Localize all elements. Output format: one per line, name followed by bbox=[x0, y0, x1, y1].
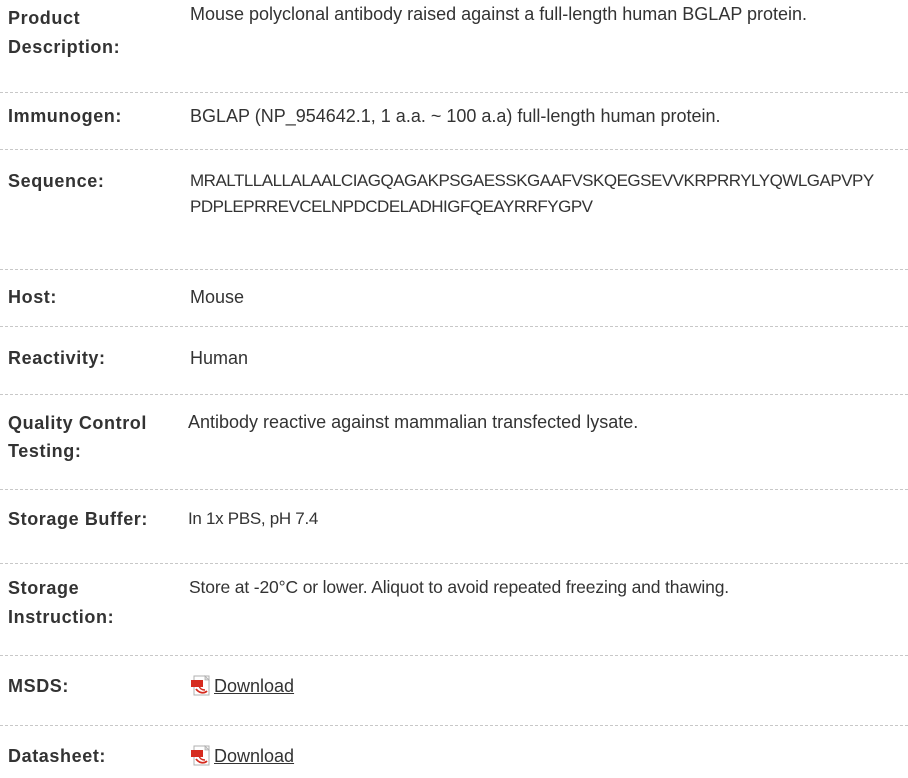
spec-label: Immunogen: bbox=[8, 106, 122, 126]
spec-label: Quality Control Testing: bbox=[8, 413, 147, 461]
spec-value: Mouse bbox=[190, 287, 245, 307]
spec-row-host: Host: Mouse bbox=[0, 270, 908, 327]
spec-label: MSDS: bbox=[8, 676, 69, 696]
pdf-icon bbox=[190, 745, 212, 767]
spec-value: BGLAP (NP_954642.1, 1 a.a. ~ 100 a.a) fu… bbox=[190, 106, 721, 126]
spec-label: Datasheet: bbox=[8, 746, 107, 766]
download-link-text[interactable]: Download bbox=[214, 673, 294, 699]
spec-row-msds: MSDS: Download bbox=[0, 656, 908, 726]
spec-label: Storage Instruction: bbox=[8, 578, 115, 627]
spec-value: Antibody reactive against mammalian tran… bbox=[188, 412, 639, 432]
spec-row-product-description: Product Description: Mouse polyclonal an… bbox=[0, 0, 908, 93]
spec-row-datasheet: Datasheet: Download bbox=[0, 726, 908, 778]
spec-value: Download bbox=[183, 673, 908, 704]
spec-value: Download bbox=[183, 743, 908, 774]
spec-label: Product Description: bbox=[8, 8, 121, 57]
spec-label: Host: bbox=[8, 287, 57, 307]
spec-value: In 1x PBS, pH 7.4 bbox=[188, 509, 319, 528]
spec-label: Sequence: bbox=[8, 171, 105, 191]
spec-value: Store at -20°C or lower. Aliquot to avoi… bbox=[189, 577, 730, 597]
spec-row-sequence: Sequence: MRALTLLALLALAALCIAGQAGAKPSGAES… bbox=[0, 150, 908, 270]
spec-row-reactivity: Reactivity: Human bbox=[0, 327, 908, 395]
spec-row-storage-instruction: Storage Instruction: Store at -20°C or l… bbox=[0, 564, 908, 656]
datasheet-download-link[interactable]: Download bbox=[190, 743, 294, 769]
spec-row-immunogen: Immunogen: BGLAP (NP_954642.1, 1 a.a. ~ … bbox=[0, 93, 908, 150]
spec-row-qc-testing: Quality Control Testing: Antibody reacti… bbox=[0, 395, 908, 490]
spec-value: Human bbox=[190, 348, 249, 368]
spec-value: MRALTLLALLALAALCIAGQAGAKPSGAESSKGAAFVSKQ… bbox=[190, 171, 874, 216]
spec-value: Mouse polyclonal antibody raised against… bbox=[190, 4, 808, 24]
spec-label: Storage Buffer: bbox=[8, 509, 149, 529]
pdf-icon bbox=[190, 675, 212, 697]
msds-download-link[interactable]: Download bbox=[190, 673, 294, 699]
spec-row-storage-buffer: Storage Buffer: In 1x PBS, pH 7.4 bbox=[0, 490, 908, 564]
download-link-text[interactable]: Download bbox=[214, 743, 294, 769]
spec-label: Reactivity: bbox=[8, 348, 106, 368]
product-spec-table: Product Description: Mouse polyclonal an… bbox=[0, 0, 908, 778]
